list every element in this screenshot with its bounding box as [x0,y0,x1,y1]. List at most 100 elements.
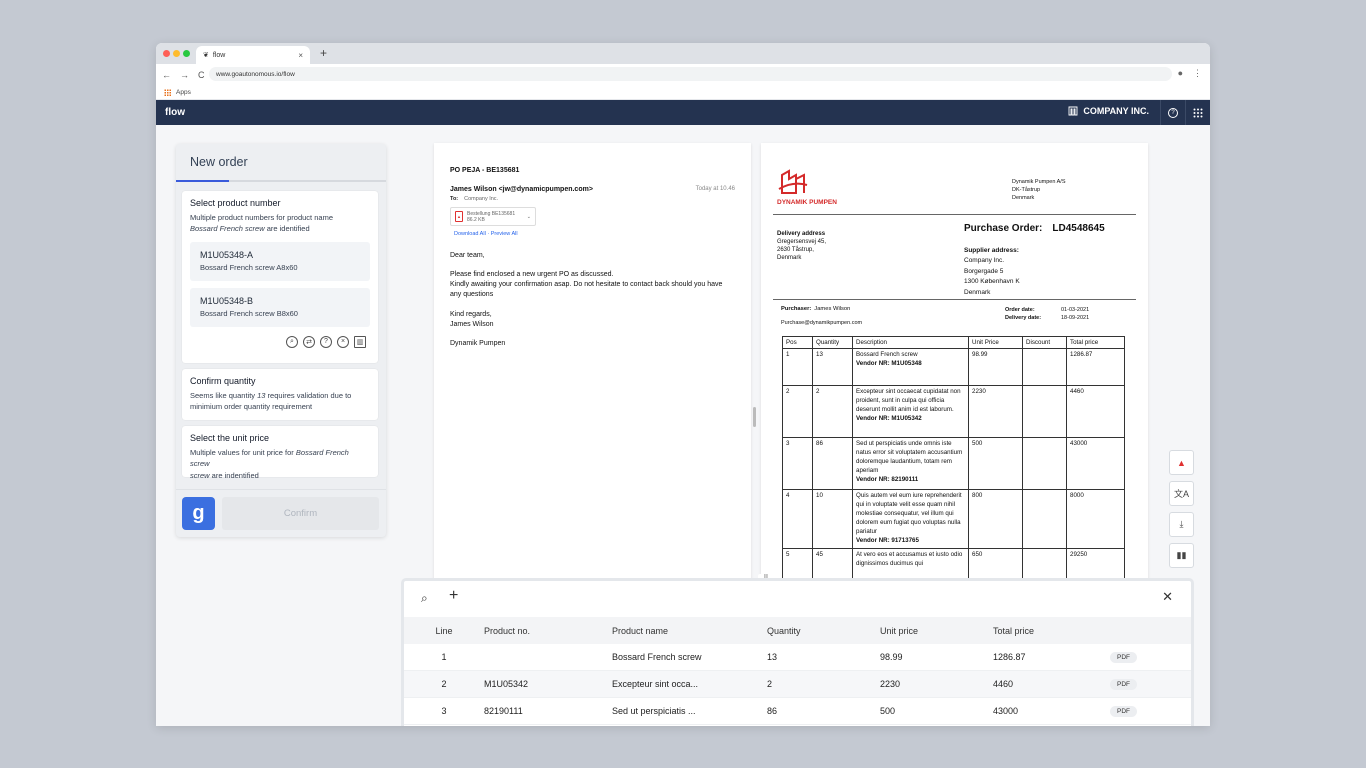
po-table-row: 2 2 Excepteur sint occaecat cupidatat non … [782,385,1125,438]
bookmark-apps[interactable]: Apps [176,89,191,96]
pdf-badge[interactable]: PDF [1110,706,1137,717]
po-cell [1022,437,1067,490]
po-cell: 13 [812,348,853,386]
document-splitter[interactable] [753,407,756,427]
close-window-dot[interactable] [163,50,170,57]
column-header-unit-price[interactable]: Unit price [880,626,993,636]
po-table-row: 4 10 Quis autem vel eum iure reprehenderit… [782,489,1125,549]
po-cell: 800 [968,489,1023,549]
preview-all-link[interactable]: Preview All [491,231,518,237]
po-cell: 10 [812,489,853,549]
download-icon[interactable]: ⤓ [1169,512,1194,537]
cell-total[interactable]: 1286.87 [993,652,1110,662]
product-option-a[interactable]: M1U05348-A Bossard French screw A8x60 [190,241,370,281]
po-cell: 1286.87 [1066,348,1125,386]
pdf-icon: ▲ [455,211,463,222]
column-header: Description [852,336,969,349]
close-icon[interactable]: ✕ [1162,589,1173,605]
cancel-icon[interactable]: × [337,335,349,348]
product-option-b[interactable]: M1U05348-B Bossard French screw B8x60 [190,287,370,327]
table-row[interactable]: 2 M1U05342 Excepteur sint occa... 2 2230 4460… [404,671,1191,698]
po-cell: 2 [812,385,853,438]
swap-icon[interactable]: ⇄ [303,335,315,348]
url-input[interactable]: www.goautonomous.io/flow [209,67,1172,81]
po-cell: 3 [782,437,813,490]
cell-qty[interactable]: 86 [767,706,880,716]
tab-title: flow [212,51,226,59]
tab-close-icon[interactable]: × [298,51,303,60]
cell-unit[interactable]: 98.99 [880,652,993,662]
confirm-button[interactable]: Confirm [222,497,379,530]
minimize-window-dot[interactable] [173,50,180,57]
cell-line[interactable]: 3 [404,706,484,716]
po-cell: 1 [782,348,813,386]
cell-line[interactable]: 1 [404,652,484,662]
menu-icon[interactable]: ⋮ [1193,68,1202,79]
cell-name[interactable]: Sed ut perspiciatis ... [612,706,767,716]
attachment-links: Download All · Preview All [454,231,518,237]
po-cell [1022,385,1067,438]
divider [773,299,1136,300]
app-brand[interactable]: flow [156,107,185,118]
company-name: COMPANY INC. [1068,106,1149,116]
column-header: Discount [1022,336,1067,349]
profile-icon[interactable]: ● [1178,68,1183,79]
translate-icon[interactable]: 文A [1169,481,1194,506]
step-confirm-quantity[interactable]: Confirm quantity Seems like quantity 13 … [182,369,378,420]
app-grid-button[interactable] [1185,100,1210,125]
column-header-total-price[interactable]: Total price [993,626,1110,636]
cell-line[interactable]: 2 [404,679,484,689]
cell-product_no[interactable]: M1U05342 [484,679,612,689]
browser-tab[interactable]: ❦ flow × [196,46,310,64]
cell-name[interactable]: Excepteur sint occa... [612,679,767,689]
purchaser: Purchaser: James Wilson [781,306,851,312]
back-icon[interactable]: ← [162,70,171,80]
po-line-table: Pos Quantity Description Unit Price Disc… [782,336,1125,583]
cell-unit[interactable]: 2230 [880,679,993,689]
pdf-icon[interactable]: ▲ [1169,450,1194,475]
email-attachment[interactable]: ▲ Bestellung BE135681 86.2 KB ⌄ [450,207,536,226]
company-logo-icon [1068,106,1078,116]
pdf-badge[interactable]: PDF [1110,679,1137,690]
po-cell: Bossard French screw Vendor NR: M1U05348 [852,348,969,386]
help-icon[interactable]: ? [320,335,332,348]
new-order-panel: New order Select product number Multiple… [176,144,386,537]
po-cell: Quis autem vel eum iure reprehenderit qu… [852,489,969,549]
split-view-icon[interactable]: ▮▮ [1169,543,1194,568]
add-icon[interactable]: + [449,587,458,605]
supplier-logo: DYNAMIK PUMPEN [777,169,837,206]
new-tab-button[interactable]: + [320,46,327,60]
step-select-unit-price[interactable]: Select the unit price Multiple values fo… [182,426,378,480]
download-all-link[interactable]: Download All [454,231,486,237]
step-title: Select the unit price [190,433,270,443]
email-body: Dear team, Please find enclosed a new ur… [450,252,723,347]
column-header: Total price [1066,336,1125,349]
forward-icon[interactable]: → [180,70,189,80]
progress-bar [176,180,386,182]
email-to: To: Company Inc. [450,196,499,202]
po-cell: 2 [782,385,813,438]
reload-icon[interactable]: C [198,70,205,80]
cell-product_no[interactable]: 82190111 [484,706,612,716]
maximize-window-dot[interactable] [183,50,190,57]
table-row[interactable]: 1 Bossard French screw 13 98.99 1286.87 PDF [404,644,1191,671]
cell-qty[interactable]: 2 [767,679,880,689]
cell-total[interactable]: 43000 [993,706,1110,716]
chevron-down-icon[interactable]: ⌄ [527,214,531,220]
column-header-quantity[interactable]: Quantity [767,626,880,636]
trash-icon[interactable]: ▥ [354,335,366,348]
search-icon[interactable]: ⌕ [286,335,298,348]
cell-total[interactable]: 4460 [993,679,1110,689]
search-icon[interactable]: ⌕ [421,591,428,606]
column-header-product-name[interactable]: Product name [612,626,767,636]
column-header-line[interactable]: Line [404,626,484,636]
pdf-badge[interactable]: PDF [1110,652,1137,663]
cell-qty[interactable]: 13 [767,652,880,662]
cell-name[interactable]: Bossard French screw [612,652,767,662]
help-button[interactable]: ? [1160,100,1185,125]
po-cell: 86 [812,437,853,490]
column-header-product-no[interactable]: Product no. [484,626,612,636]
table-row[interactable]: 3 82190111 Sed ut perspiciatis ... 86 500 430… [404,698,1191,725]
app-header: flow COMPANY INC. ? [156,100,1210,125]
cell-unit[interactable]: 500 [880,706,993,716]
